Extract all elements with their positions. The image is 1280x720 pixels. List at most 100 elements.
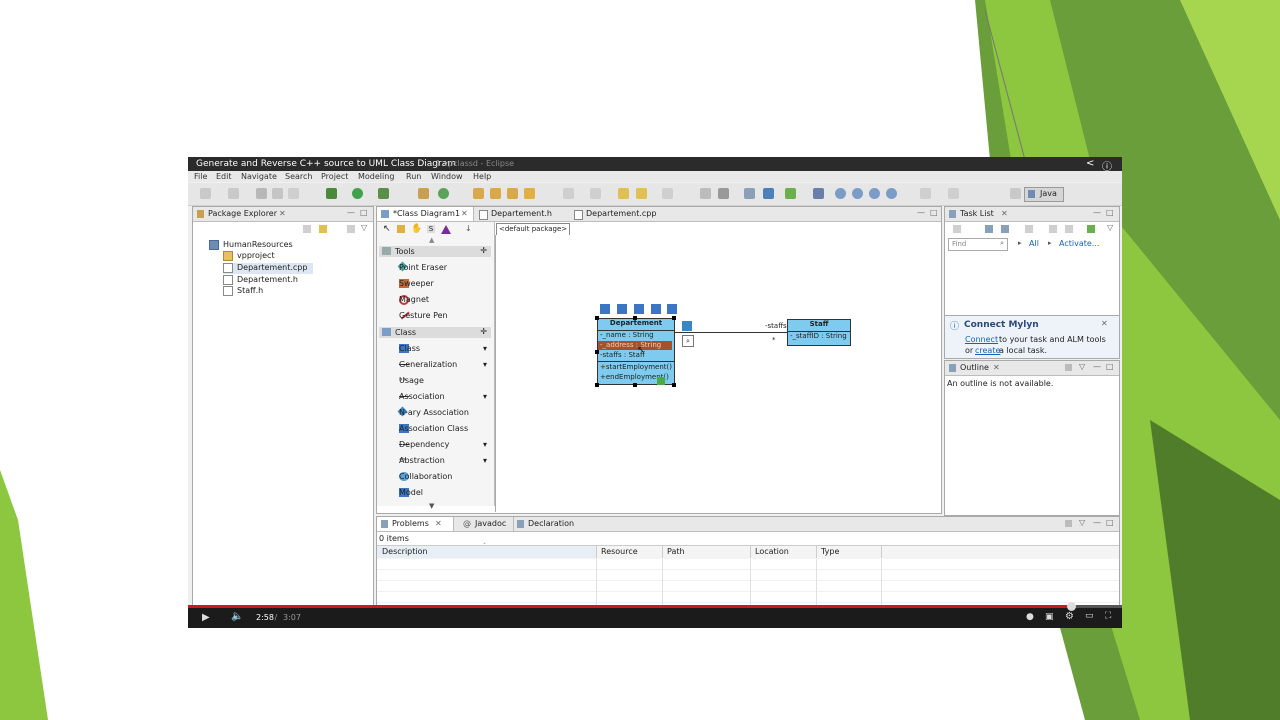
video-frame[interactable]: Generate and Reverse C++ source to UML C… <box>188 157 1122 628</box>
close-icon[interactable]: ✕ <box>461 209 468 218</box>
class-departement[interactable]: Departement -_name : String -_address : … <box>597 318 675 385</box>
scheduled-icon[interactable] <box>1001 225 1009 233</box>
annotations-icon[interactable]: ● <box>1026 612 1034 622</box>
diagram-canvas[interactable]: Departement -_name : String -_address : … <box>495 235 939 512</box>
tab-declaration[interactable]: Declaration <box>513 517 580 531</box>
distribute-icon[interactable] <box>948 188 959 199</box>
forward-icon[interactable] <box>662 188 673 199</box>
menu-project[interactable]: Project <box>321 172 348 181</box>
minimize-icon[interactable]: — <box>917 208 925 217</box>
column-resource[interactable]: Resource <box>597 546 663 558</box>
align-icon[interactable] <box>920 188 931 199</box>
column-description[interactable]: Description ˆ <box>377 543 597 558</box>
tab-departement-cpp[interactable]: Departement.cpp <box>572 207 667 221</box>
zoom-fit-icon[interactable] <box>869 188 880 199</box>
scroll-down-icon[interactable]: ▼ <box>429 502 434 510</box>
tab-problems[interactable]: Problems ✕ <box>377 517 454 531</box>
prev-annotation-icon[interactable] <box>590 188 601 199</box>
association-line[interactable] <box>674 332 787 333</box>
link-editor-icon[interactable] <box>319 225 327 233</box>
zoom-menu-icon[interactable] <box>886 188 897 199</box>
palette-class-header[interactable]: Class ✛ <box>379 327 491 338</box>
selector-icon[interactable]: ↖ <box>383 224 391 234</box>
settings-gear-icon[interactable]: ⚙ <box>1065 611 1074 622</box>
task-list-tab[interactable]: Task List ✕ — □ <box>945 207 1119 222</box>
open-resource-icon[interactable] <box>507 188 518 199</box>
menu-search[interactable]: Search <box>285 172 312 181</box>
view-filter-icon[interactable] <box>347 225 355 233</box>
dropdown-arrow-icon[interactable]: ▾ <box>483 344 487 353</box>
package-explorer-tab[interactable]: Package Explorer ✕ — □ <box>193 207 373 222</box>
attribute-staff-id[interactable]: -_staffID : String <box>790 332 847 340</box>
vp-format-icon[interactable] <box>813 188 824 199</box>
view-menu-icon[interactable]: ▽ <box>1079 518 1085 527</box>
close-icon[interactable]: ✕ <box>435 519 442 528</box>
vp-print-icon[interactable] <box>744 188 755 199</box>
search-icon[interactable] <box>524 188 535 199</box>
debug-icon[interactable] <box>326 188 337 199</box>
tab-departement-h[interactable]: Departement.h <box>477 207 567 221</box>
drag-resource-icon[interactable] <box>657 377 665 385</box>
vp-image-icon[interactable] <box>785 188 796 199</box>
selection-handle[interactable] <box>595 350 599 354</box>
outline-tab[interactable]: Outline ✕ ▽ — □ <box>945 361 1119 376</box>
dropdown-arrow-icon[interactable]: ▾ <box>483 392 487 401</box>
tab-javadoc[interactable]: @ Javadoc <box>461 517 511 531</box>
new-icon[interactable] <box>200 188 211 199</box>
hand-icon[interactable]: ✋ <box>411 224 422 234</box>
selection-handle[interactable] <box>595 316 599 320</box>
maximize-icon[interactable]: □ <box>360 208 368 217</box>
collapse-all-icon[interactable] <box>303 225 311 233</box>
create-link[interactable]: create <box>975 346 1000 355</box>
sync-icon[interactable] <box>1025 225 1033 233</box>
connect-link[interactable]: Connect <box>965 335 998 344</box>
new-task-icon[interactable] <box>953 225 961 233</box>
search-icon[interactable]: ⌕ <box>1000 239 1004 248</box>
palette-tools-header[interactable]: Tools ✛ <box>379 246 491 257</box>
view-menu-icon[interactable]: ▽ <box>1079 362 1085 371</box>
close-icon[interactable]: ✕ <box>279 209 286 218</box>
task-find-input[interactable]: Find ⌕ <box>948 238 1008 251</box>
menu-edit[interactable]: Edit <box>216 172 232 181</box>
maximize-icon[interactable]: □ <box>1106 518 1114 527</box>
menu-window[interactable]: Window <box>431 172 463 181</box>
volume-icon[interactable]: 🔈 <box>231 611 243 622</box>
selection-handle[interactable] <box>633 316 637 320</box>
open-perspective-icon[interactable] <box>1010 188 1021 199</box>
video-progress-played[interactable] <box>188 605 1071 608</box>
selection-handle[interactable] <box>633 383 637 387</box>
attribute-name[interactable]: -_name : String <box>600 331 654 339</box>
close-icon[interactable]: ✕ <box>993 363 1000 372</box>
resource-icon-2[interactable] <box>616 303 628 315</box>
dropdown-arrow-icon[interactable]: ▾ <box>483 360 487 369</box>
fullscreen-icon[interactable]: ⛶ <box>1105 611 1111 621</box>
maximize-icon[interactable]: □ <box>1106 208 1114 217</box>
categorized-icon[interactable] <box>985 225 993 233</box>
minimize-icon[interactable]: — <box>1093 362 1101 371</box>
lock-icon[interactable] <box>397 225 405 233</box>
play-icon[interactable]: ▶ <box>202 612 210 623</box>
selection-handle[interactable] <box>672 316 676 320</box>
collapse-icon[interactable] <box>1065 225 1073 233</box>
last-edit-icon[interactable] <box>618 188 629 199</box>
minimize-icon[interactable]: — <box>1093 518 1101 527</box>
close-icon[interactable]: ✕ <box>1001 209 1008 218</box>
operation-start-employment[interactable]: +startEmployment() <box>600 363 672 371</box>
search-reference-icon[interactable]: ⌕ <box>682 335 694 347</box>
tree-item-departement-cpp[interactable]: Departement.cpp <box>223 263 313 274</box>
captions-icon[interactable]: ▣ <box>1045 612 1054 622</box>
association-resource-icon[interactable] <box>682 321 692 331</box>
video-progress-remaining[interactable] <box>1071 605 1122 608</box>
open-task-icon[interactable] <box>490 188 501 199</box>
menu-run[interactable]: Run <box>406 172 421 181</box>
maximize-icon[interactable]: □ <box>1106 362 1114 371</box>
column-location[interactable]: Location <box>751 546 817 558</box>
progress-scrubber[interactable] <box>1067 602 1076 611</box>
print-icon[interactable] <box>288 188 299 199</box>
minimize-icon[interactable]: — <box>347 208 355 217</box>
column-type[interactable]: Type <box>817 546 882 558</box>
layout-icon[interactable] <box>700 188 711 199</box>
grid-icon[interactable] <box>718 188 729 199</box>
view-menu-icon[interactable]: ▽ <box>1107 223 1113 232</box>
new-class-icon[interactable] <box>438 188 449 199</box>
